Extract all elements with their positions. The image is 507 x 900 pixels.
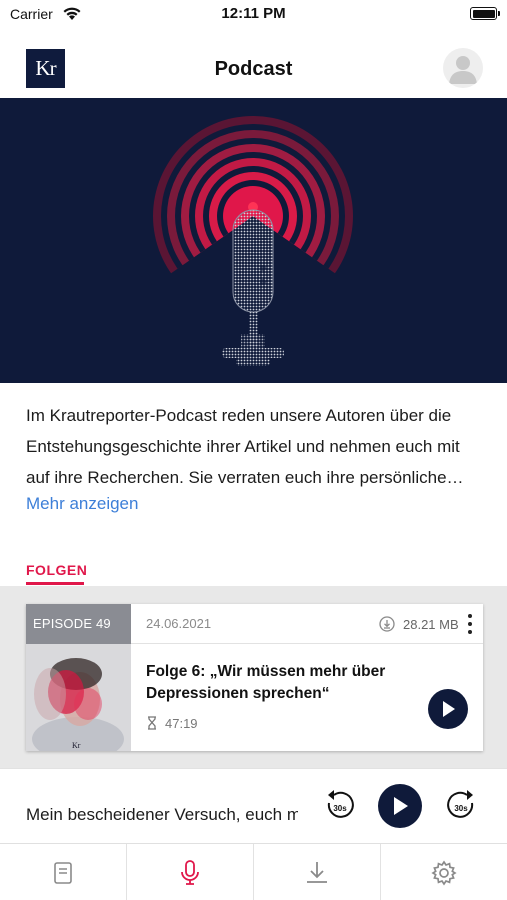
episode-duration: 47:19: [165, 716, 198, 731]
download-icon: [307, 861, 327, 883]
episode-card[interactable]: EPISODE 49 24.06.2021 28.21 MB Kr Folge …: [26, 604, 483, 751]
skip-back-30s-button[interactable]: 30s: [325, 789, 355, 821]
status-bar: Carrier 12:11 PM: [0, 0, 507, 28]
show-more-link[interactable]: Mehr anzeigen: [26, 494, 138, 514]
more-options-icon[interactable]: [464, 613, 476, 635]
play-icon: [443, 701, 455, 717]
divider: [131, 643, 483, 644]
battery-icon: [470, 7, 500, 20]
svg-text:30s: 30s: [454, 804, 468, 813]
podcast-hero-image: [0, 98, 507, 383]
section-underline: [26, 582, 84, 585]
player-play-button[interactable]: [378, 784, 422, 828]
tab-podcast[interactable]: [127, 844, 254, 900]
svg-text:30s: 30s: [333, 804, 347, 813]
episode-thumbnail: Kr: [26, 644, 131, 751]
episodes-section-title: FOLGEN: [26, 562, 88, 578]
play-icon: [394, 797, 408, 815]
thumbnail-logo-text: Kr: [72, 741, 81, 750]
episode-date: 24.06.2021: [146, 616, 212, 631]
podcast-description: Im Krautreporter-Podcast reden unsere Au…: [26, 406, 460, 487]
episode-number-badge: EPISODE 49: [26, 604, 131, 644]
tab-settings[interactable]: [381, 844, 507, 900]
article-icon: [54, 861, 72, 884]
tab-bar: [0, 843, 507, 900]
user-avatar-icon[interactable]: [443, 48, 483, 88]
status-time: 12:11 PM: [221, 5, 286, 22]
episode-play-button[interactable]: [428, 689, 468, 729]
hourglass-icon: [148, 716, 156, 730]
episode-title[interactable]: Folge 6: „Wir müssen mehr über Depressio…: [146, 661, 416, 705]
microphone-illustration: [153, 116, 353, 366]
skip-forward-30s-button[interactable]: 30s: [446, 789, 476, 821]
page-title: Podcast: [214, 58, 293, 80]
navigation-bar: Kr Podcast: [0, 28, 507, 98]
tab-articles[interactable]: [0, 844, 127, 900]
download-icon: [379, 616, 395, 632]
tab-downloads[interactable]: [254, 844, 381, 900]
mini-player: Mein bescheidener Versuch, euch mi 30s 3…: [0, 768, 507, 843]
microphone-icon: [181, 859, 199, 885]
episode-file-size: 28.21 MB: [403, 617, 459, 632]
settings-gear-icon: [431, 859, 457, 886]
now-playing-title[interactable]: Mein bescheidener Versuch, euch mi: [26, 805, 298, 825]
